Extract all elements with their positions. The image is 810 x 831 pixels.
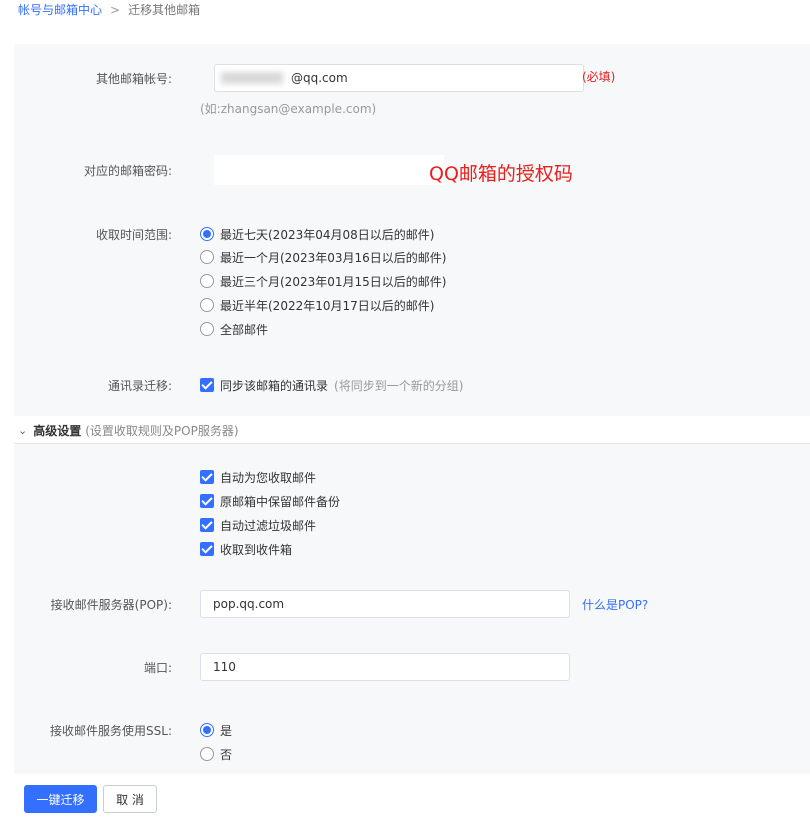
cancel-button[interactable]: 取 消 [103,785,157,813]
ssl-option-yes[interactable]: 是 [200,720,232,740]
advanced-settings-subtitle: (设置收取规则及POP服务器) [85,424,239,438]
contacts-sync-note: (将同步到一个新的分组) [334,378,464,393]
time-range-option-label: 最近三个月(2023年01月15日以后的邮件) [220,274,447,289]
required-marker: (必填) [582,70,616,84]
breadcrumb-current: 迁移其他邮箱 [128,3,201,17]
radio-icon [200,322,214,336]
migration-form-panel: 其他邮箱帐号: @qq.com (必填) (如:zhangsan@example… [14,44,810,416]
breadcrumb-separator: > [110,3,121,17]
what-is-pop-link[interactable]: 什么是POP? [582,596,648,613]
port-input[interactable] [200,653,570,681]
contacts-label: 通讯录迁移: [107,379,172,393]
radio-icon [200,227,214,241]
advanced-settings-toggle[interactable]: ⌄ 高级设置 (设置收取规则及POP服务器) [14,418,810,444]
time-range-option-label: 全部邮件 [220,322,269,337]
contacts-sync-checkbox[interactable]: 同步该邮箱的通讯录 (将同步到一个新的分组) [200,375,463,395]
ssl-label: 接收邮件服务使用SSL: [50,724,172,738]
radio-icon [200,747,214,761]
account-input[interactable]: @qq.com [214,64,584,92]
time-range-option-label: 最近半年(2022年10月17日以后的邮件) [220,298,435,313]
port-label: 端口: [143,661,172,675]
ssl-option-no[interactable]: 否 [200,744,232,764]
radio-icon [200,298,214,312]
form-footer: 一键迁移 取 消 [14,776,810,831]
radio-icon [200,250,214,264]
password-annotation: QQ邮箱的授权码 [429,163,573,185]
time-range-option-6months[interactable]: 最近半年(2022年10月17日以后的邮件) [200,295,434,315]
pop-server-label: 接收邮件服务器(POP): [50,598,172,612]
checkbox-icon [200,378,214,392]
auto-receive-checkbox[interactable]: 自动为您收取邮件 [200,467,316,487]
time-range-option-all[interactable]: 全部邮件 [200,319,268,339]
pop-server-input[interactable] [200,590,570,618]
ssl-option-label: 是 [220,723,233,738]
time-range-option-3months[interactable]: 最近三个月(2023年01月15日以后的邮件) [200,271,446,291]
checkbox-icon [200,518,214,532]
account-input-value: @qq.com [291,71,348,85]
advanced-option-label: 自动为您收取邮件 [220,470,317,485]
contacts-sync-label: 同步该邮箱的通讯录 [220,378,329,393]
one-click-migrate-button[interactable]: 一键迁移 [24,785,97,813]
password-input[interactable] [214,155,444,185]
advanced-option-label: 收取到收件箱 [220,542,293,557]
chevron-down-icon: ⌄ [18,424,28,437]
keep-backup-checkbox[interactable]: 原邮箱中保留邮件备份 [200,491,340,511]
time-range-option-label: 最近一个月(2023年03月16日以后的邮件) [220,250,447,265]
time-range-option-7days[interactable]: 最近七天(2023年04月08日以后的邮件) [200,224,434,244]
advanced-option-label: 原邮箱中保留邮件备份 [220,494,341,509]
account-hint: (如:zhangsan@example.com) [200,102,377,116]
advanced-option-label: 自动过滤垃圾邮件 [220,518,317,533]
receive-to-inbox-checkbox[interactable]: 收取到收件箱 [200,539,292,559]
radio-icon [200,723,214,737]
spam-filter-checkbox[interactable]: 自动过滤垃圾邮件 [200,515,316,535]
radio-icon [200,274,214,288]
account-label: 其他邮箱帐号: [95,72,172,86]
advanced-settings-panel: 自动为您收取邮件 原邮箱中保留邮件备份 自动过滤垃圾邮件 收取到收件箱 接收邮件… [14,444,810,774]
password-label: 对应的邮箱密码: [83,164,172,178]
checkbox-icon [200,470,214,484]
advanced-settings-title: 高级设置 [33,424,82,438]
ssl-option-label: 否 [220,747,233,762]
redacted-username [221,72,283,84]
checkbox-icon [200,494,214,508]
breadcrumb: 帐号与邮箱中心 > 迁移其他邮箱 [0,0,810,24]
checkbox-icon [200,542,214,556]
time-range-option-label: 最近七天(2023年04月08日以后的邮件) [220,227,435,242]
time-range-label: 收取时间范围: [95,228,172,242]
breadcrumb-parent-link[interactable]: 帐号与邮箱中心 [18,3,102,17]
time-range-option-1month[interactable]: 最近一个月(2023年03月16日以后的邮件) [200,247,446,267]
